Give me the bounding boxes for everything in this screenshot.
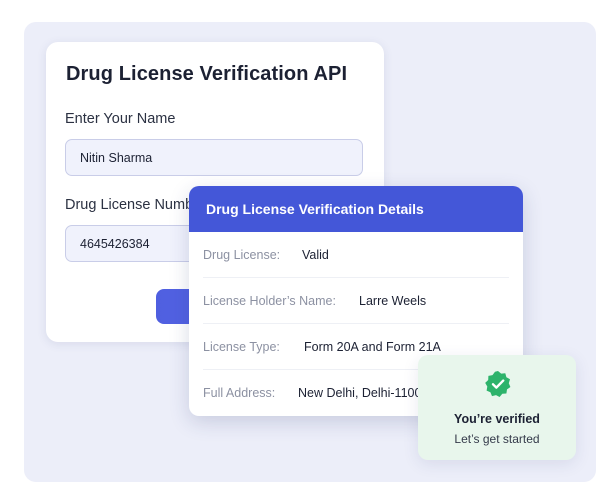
verified-title: You’re verified xyxy=(454,412,540,426)
detail-key: Drug License: xyxy=(203,248,281,262)
check-badge-icon xyxy=(485,371,511,397)
details-header: Drug License Verification Details xyxy=(189,186,523,232)
page: Drug License Verification API Enter Your… xyxy=(0,0,598,482)
detail-row-drug-license: Drug License: Valid xyxy=(189,232,523,278)
verified-toast: You’re verified Let’s get started xyxy=(418,355,576,460)
license-number-label: Drug License Number xyxy=(65,197,207,213)
detail-row-holder-name: License Holder’s Name: Larre Weels xyxy=(189,278,523,324)
detail-value: Larre Weels xyxy=(359,294,427,308)
form-title: Drug License Verification API xyxy=(66,63,348,85)
detail-key: Full Address: xyxy=(203,386,276,400)
detail-value: Valid xyxy=(302,248,329,262)
name-label: Enter Your Name xyxy=(65,111,176,127)
detail-value: Form 20A and Form 21A xyxy=(304,340,441,354)
detail-key: License Holder’s Name: xyxy=(203,294,336,308)
name-input[interactable] xyxy=(65,139,363,176)
detail-value: New Delhi, Delhi-110001 xyxy=(298,386,436,400)
details-title: Drug License Verification Details xyxy=(206,201,424,217)
verified-subtitle: Let’s get started xyxy=(454,432,540,446)
detail-key: License Type: xyxy=(203,340,280,354)
